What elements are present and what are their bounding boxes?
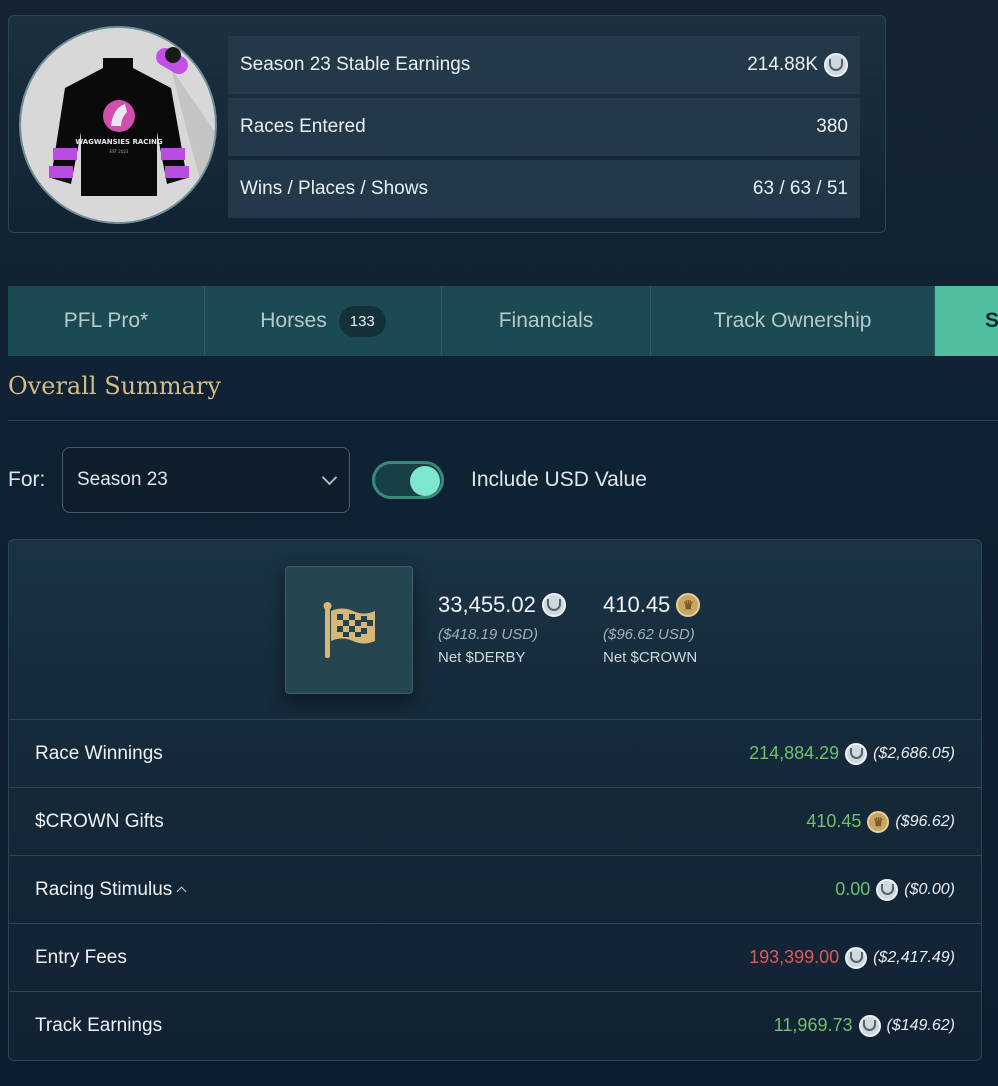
- row-label: Race Winnings: [35, 742, 163, 764]
- chevron-up-icon[interactable]: [176, 886, 187, 897]
- net-crown: 410.45 ♛ ($96.62 USD) Net $CROWN: [603, 592, 701, 666]
- row-race-winnings: Race Winnings 214,884.29 ($2,686.05): [9, 719, 981, 787]
- stable-summary-card: WAGWANSIES RACING EST 2023 Season 23 Sta…: [8, 15, 886, 233]
- net-crown-usd: ($96.62 USD): [603, 626, 695, 643]
- row-track-earnings: Track Earnings 11,969.73 ($149.62): [9, 991, 981, 1059]
- stat-label: Races Entered: [240, 116, 366, 137]
- derby-coin-icon: [824, 53, 848, 77]
- derby-coin-icon: [845, 946, 868, 969]
- row-crown-gifts: $CROWN Gifts 410.45 ♛ ($96.62): [9, 787, 981, 855]
- row-label: Entry Fees: [35, 946, 127, 968]
- row-racing-stimulus[interactable]: Racing Stimulus 0.00 ($0.00): [9, 855, 981, 923]
- stat-season-earnings: Season 23 Stable Earnings 214.88K: [228, 36, 860, 94]
- derby-coin-icon: [876, 878, 899, 901]
- row-amount: 11,969.73: [773, 1015, 853, 1035]
- divider: [8, 420, 998, 421]
- stat-label: Wins / Places / Shows: [240, 178, 428, 199]
- row-label: $CROWN Gifts: [35, 810, 164, 832]
- net-derby-amount: 33,455.02: [438, 592, 536, 617]
- crown-coin-icon: ♛: [676, 593, 701, 617]
- row-usd: ($2,686.05): [873, 744, 955, 762]
- row-amount: 0.00: [835, 879, 871, 899]
- for-label: For:: [8, 468, 46, 491]
- row-amount: 214,884.29: [749, 743, 840, 763]
- usd-toggle-label: Include USD Value: [471, 468, 647, 491]
- stat-value: 63 / 63 / 51: [752, 178, 848, 199]
- svg-text:EST 2023: EST 2023: [110, 149, 129, 154]
- tab-financials[interactable]: Financials: [442, 286, 651, 356]
- svg-text:WAGWANSIES RACING: WAGWANSIES RACING: [75, 138, 163, 146]
- tab-pfl-pro[interactable]: PFL Pro*: [8, 286, 205, 356]
- horses-count-badge: 133: [338, 305, 386, 337]
- row-usd: ($149.62): [886, 1016, 956, 1034]
- net-derby: 33,455.02 ($418.19 USD) Net $DERBY: [438, 592, 566, 666]
- tab-label: Financials: [498, 309, 594, 332]
- stat-wins-places-shows: Wins / Places / Shows 63 / 63 / 51: [228, 160, 860, 218]
- tab-bar: PFL Pro* Horses 133 Financials Track Own…: [8, 286, 998, 356]
- tab-label: S: [985, 309, 998, 332]
- row-usd: ($0.00): [904, 880, 955, 898]
- toggle-knob: [410, 466, 440, 496]
- net-crown-amount: 410.45: [603, 592, 671, 617]
- tab-summary[interactable]: S: [935, 286, 998, 356]
- tab-label: Track Ownership: [713, 309, 872, 332]
- row-amount: 193,399.00: [749, 947, 840, 967]
- usd-value-toggle[interactable]: [372, 461, 444, 499]
- net-derby-label: Net $DERBY: [438, 649, 526, 666]
- tab-horses[interactable]: Horses 133: [205, 286, 442, 356]
- tab-label: PFL Pro*: [63, 309, 149, 332]
- crown-coin-icon: ♛: [867, 810, 890, 833]
- stat-label: Season 23 Stable Earnings: [240, 54, 471, 75]
- row-label: Racing Stimulus: [35, 878, 173, 900]
- season-select-value: Season 23: [77, 469, 168, 490]
- stable-silks-avatar[interactable]: WAGWANSIES RACING EST 2023: [19, 26, 217, 224]
- jockey-silks-icon: WAGWANSIES RACING EST 2023: [49, 47, 215, 222]
- row-label: Track Earnings: [35, 1014, 163, 1036]
- row-entry-fees: Entry Fees 193,399.00 ($2,417.49): [9, 923, 981, 991]
- derby-coin-icon: [845, 742, 868, 765]
- financial-summary-panel: 33,455.02 ($418.19 USD) Net $DERBY 410.4…: [8, 539, 982, 1061]
- row-usd: ($96.62): [895, 812, 955, 830]
- net-crown-label: Net $CROWN: [603, 649, 698, 666]
- stat-races-entered: Races Entered 380: [228, 98, 860, 156]
- net-derby-usd: ($418.19 USD): [438, 626, 539, 643]
- row-usd: ($2,417.49): [873, 948, 955, 966]
- checkered-flag-icon: [285, 566, 413, 694]
- season-select[interactable]: Season 23: [62, 447, 350, 513]
- derby-coin-icon: [858, 1014, 881, 1037]
- stat-value: 214.88K: [747, 54, 818, 75]
- tab-track-ownership[interactable]: Track Ownership: [651, 286, 935, 356]
- tab-label: Horses: [260, 309, 327, 332]
- row-amount: 410.45: [806, 811, 862, 831]
- stat-value: 380: [816, 116, 848, 137]
- chevron-down-icon: [321, 469, 338, 486]
- page-title: Overall Summary: [8, 372, 221, 400]
- derby-coin-icon: [541, 593, 566, 617]
